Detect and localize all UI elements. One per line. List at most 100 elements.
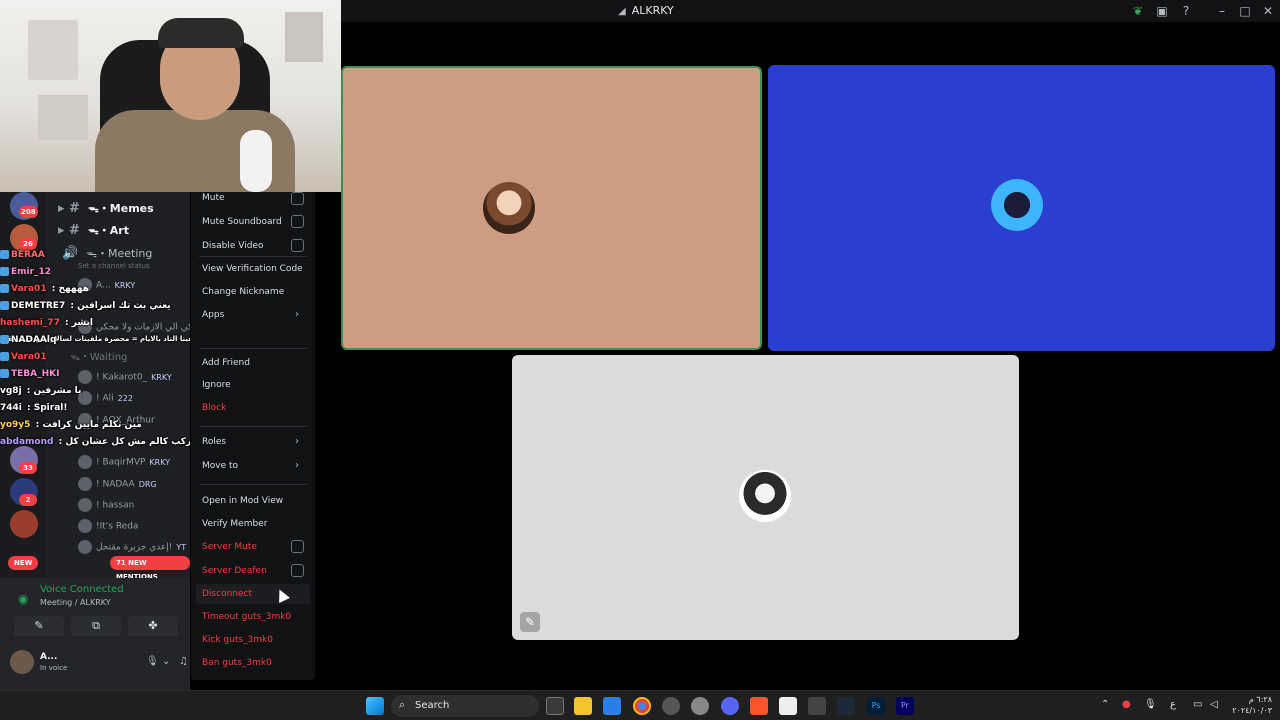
chat-line: NADAAlq [0,335,58,345]
camera-off-button[interactable]: ✎ [14,616,64,636]
speaker-icon: ◢ [618,6,626,17]
menu-item-ban[interactable]: Ban guts_3mk0 [202,658,272,668]
language-indicator[interactable]: ع [1170,699,1176,710]
server-mute-checkbox[interactable] [291,540,304,553]
video-tile[interactable] [768,65,1275,351]
channel-meeting[interactable]: 🔊 ᯓ・Meeting [62,245,152,261]
menu-item-server-deafen[interactable]: Server Deafen [202,566,267,576]
volume-icon[interactable]: ◁ [1210,699,1218,710]
new-badge[interactable]: NEW [8,556,39,570]
wall-plaque [28,20,78,80]
member-item[interactable]: محكي الي الازمات ولا محكي [78,320,190,334]
member-item[interactable]: ! hassan [78,498,134,512]
close-icon[interactable]: ✕ [1260,3,1276,19]
chevron-down-icon[interactable]: ⌄ [162,656,170,667]
maximize-icon[interactable]: □ [1237,3,1253,19]
menu-item-disable-video[interactable]: Disable Video [202,241,263,251]
photoshop-icon[interactable]: Ps [867,697,885,715]
menu-item-verify-member[interactable]: Verify Member [202,519,267,529]
platform-icon [0,369,9,378]
screen-share-button[interactable]: ⧉ [71,616,121,636]
voice-status[interactable]: Voice Connected [40,584,124,595]
menu-item-disconnect[interactable]: Disconnect [202,589,252,599]
member-item[interactable]: ! BaqirMVP KRKY [78,455,170,469]
avatar[interactable] [10,650,34,674]
divider [199,348,307,349]
activities-button[interactable]: ✤ [128,616,178,636]
mute-soundboard-checkbox[interactable] [291,215,304,228]
leaf-icon[interactable]: ❦ [1130,3,1146,19]
taskbar-search[interactable]: ⌕ Search [391,695,539,717]
channel-waiting[interactable]: ᯓ・Waiting [70,348,127,363]
server-deafen-checkbox[interactable] [291,564,304,577]
window-title: ◢ ALKRKY [618,4,674,17]
minimize-icon[interactable]: – [1214,3,1230,19]
platform-icon [0,335,9,344]
video-tile-speaking[interactable] [341,66,762,350]
video-tile[interactable]: ✎ [512,355,1019,640]
member-item[interactable]: ! Ali 222 [78,391,133,405]
server-icon[interactable] [10,510,38,538]
member-item[interactable]: !It's Reda [78,519,138,533]
voice-panel: ◉ Voice Connected Meeting / ALKRKY ✎ ⧉ ✤… [0,578,190,690]
search-icon: ⌕ [399,698,406,711]
capcut-icon[interactable] [808,697,826,715]
store-icon[interactable] [603,697,621,715]
premiere-icon[interactable]: Pr [896,697,914,715]
menu-item-ignore[interactable]: Ignore [202,380,231,390]
menu-item-kick[interactable]: Kick guts_3mk0 [202,635,273,645]
headphones-icon[interactable]: ♫ [179,656,188,667]
task-view-icon[interactable] [546,697,564,715]
menu-item-add-friend[interactable]: Add Friend [202,358,250,368]
avatar [78,370,92,384]
network-icon[interactable]: ▭ [1193,699,1202,710]
chat-line: 744i : Spiral! [0,403,68,413]
channel-status[interactable]: Set a channel status [78,262,150,270]
microphone-icon[interactable]: 🎙 [146,656,159,667]
menu-item-apps[interactable]: Apps [202,310,224,320]
avatar [78,519,92,533]
tray-chevron-up-icon[interactable]: ⌃ [1101,699,1109,710]
menu-item-view-verification-code[interactable]: View Verification Code [202,264,303,274]
member-item[interactable]: إعدي جزيرة مقتحل! YT [78,540,186,554]
taskbar: ⌕ Search Ps Pr ⌃ ● 🎙 ع ▭ ◁ ٦:٢٨ م ٢٠٢٤/١… [0,690,1280,720]
member-item[interactable]: ! Kakarot0_ KRKY [78,370,172,384]
document-icon[interactable] [779,697,797,715]
menu-item-change-nickname[interactable]: Change Nickname [202,287,284,297]
chat-line: vg8j : يا مشرفين [0,386,82,396]
mute-checkbox[interactable] [291,192,304,205]
voice-location[interactable]: Meeting / ALKRKY [40,598,111,607]
new-mentions-pill[interactable]: 71 NEW MENTIONS [110,556,190,581]
menu-item-move-to[interactable]: Move to [202,461,238,471]
member-item[interactable]: ! NADAA DRG [78,477,157,491]
steam-icon[interactable] [837,697,855,715]
signal-icon[interactable]: ◉ [18,592,28,606]
windows-start-icon[interactable] [366,697,384,715]
brave-icon[interactable] [750,697,768,715]
channel-memes[interactable]: ▸ # ᯓ・Memes [58,200,154,216]
hash-icon: ▸ # [58,201,80,216]
menu-item-timeout[interactable]: Timeout guts_3mk0 [202,612,291,622]
hash-icon: ▸ # [58,223,80,238]
tray-app-icon[interactable]: ● [1122,699,1131,710]
user-name[interactable]: A... [40,652,57,662]
disable-video-checkbox[interactable] [291,239,304,252]
menu-item-mute[interactable]: Mute [202,193,225,203]
settings-icon[interactable] [691,697,709,715]
menu-item-server-mute[interactable]: Server Mute [202,542,257,552]
tray-mic-icon[interactable]: 🎙 [1144,699,1157,710]
channel-art[interactable]: ▸ # ᯓ・Art [58,222,129,238]
help-icon[interactable]: ? [1178,3,1194,19]
screen-icon[interactable]: ▣ [1154,3,1170,19]
menu-item-roles[interactable]: Roles [202,437,226,447]
obs-icon[interactable] [662,697,680,715]
menu-item-open-mod-view[interactable]: Open in Mod View [202,496,283,506]
chat-line: BERAA [0,250,47,260]
file-explorer-icon[interactable] [574,697,592,715]
chrome-icon[interactable] [633,697,651,715]
menu-item-mute-soundboard[interactable]: Mute Soundboard [202,217,282,227]
taskbar-clock[interactable]: ٦:٢٨ م ٢٠٢٤/١٠/٠٣ [1230,694,1272,716]
discord-icon[interactable] [721,697,739,715]
menu-item-block[interactable]: Block [202,403,226,413]
chevron-right-icon: › [295,460,299,471]
